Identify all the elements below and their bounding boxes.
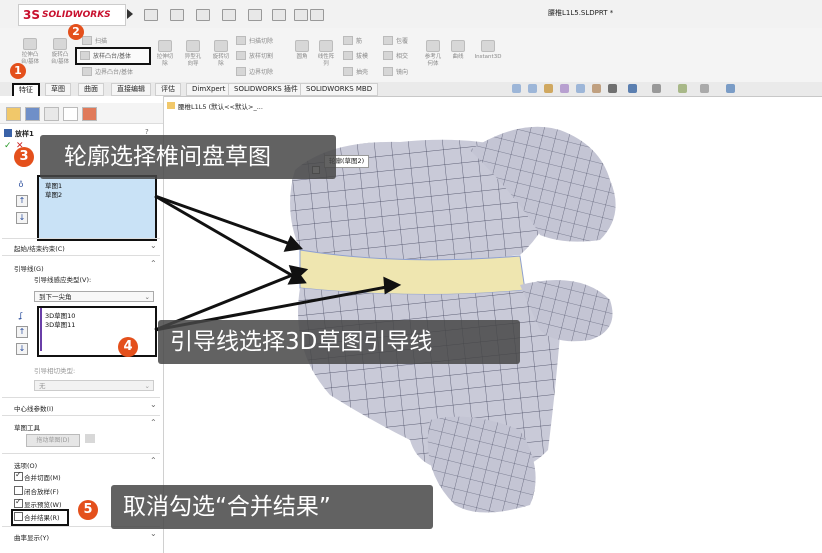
step-badge-4: 4 (118, 337, 138, 357)
callout-step-4: 引导线选择3D草图引导线 (158, 320, 520, 364)
step-badge-1: 1 (10, 63, 26, 79)
step-badge-2: 2 (68, 24, 84, 40)
step-badge-3: 3 (14, 147, 34, 167)
callout-step-5: 取消勾选“合并结果” (111, 485, 433, 529)
graphics-area[interactable] (0, 0, 822, 553)
callout-step-3: 轮廓选择椎间盘草图 (40, 135, 336, 179)
step-badge-5: 5 (78, 500, 98, 520)
